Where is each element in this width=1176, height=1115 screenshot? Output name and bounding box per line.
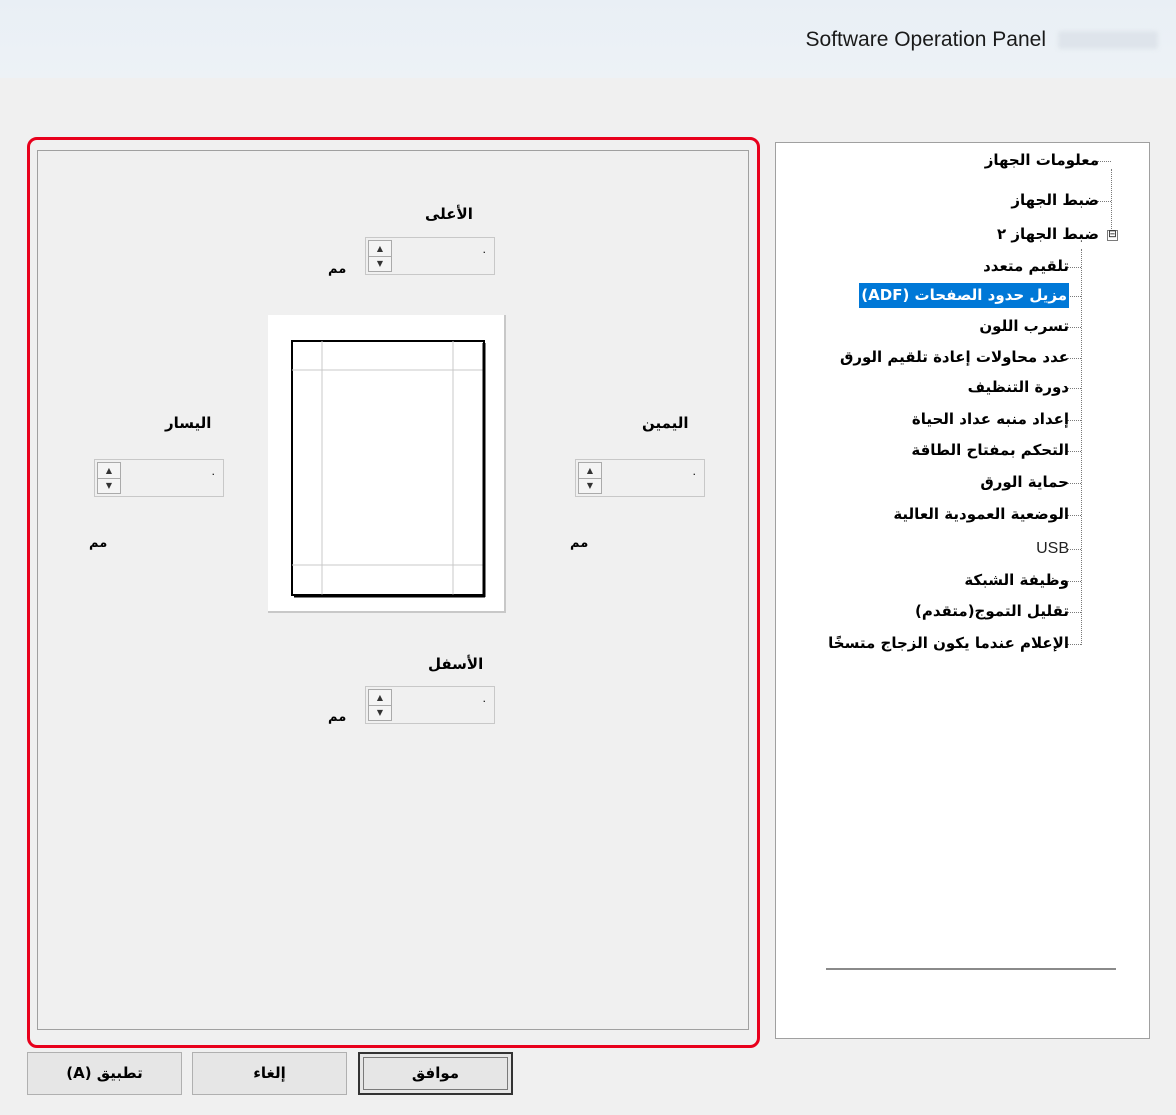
ok-button[interactable]: موافق bbox=[358, 1052, 513, 1095]
tree-connector bbox=[1067, 358, 1081, 359]
tree-connector bbox=[1067, 451, 1081, 452]
tree-item-feed-retry[interactable]: عدد محاولات إعادة تلقيم الورق bbox=[840, 345, 1069, 370]
tree-connector bbox=[1067, 483, 1081, 484]
apply-button-label: تطبيق (A) bbox=[66, 1064, 143, 1082]
tree-item-power-switch[interactable]: التحكم بمفتاح الطاقة bbox=[911, 438, 1069, 463]
device-model-redacted bbox=[1058, 31, 1158, 49]
tree-connector bbox=[1067, 267, 1081, 268]
apply-button[interactable]: تطبيق (A) bbox=[27, 1052, 182, 1095]
highlight-frame bbox=[27, 137, 760, 1048]
tree-item-device-info[interactable]: معلومات الجهاز bbox=[985, 148, 1099, 173]
tree-item-dirty-glass-notify[interactable]: الإعلام عندما يكون الزجاج متسخًا bbox=[828, 631, 1069, 656]
tree-item-moire-reduction[interactable]: تقليل التموج(متقدم) bbox=[915, 599, 1069, 624]
tree-item-life-counter-alarm[interactable]: إعداد منبه عداد الحياة bbox=[912, 407, 1069, 432]
tree-item-device-setting[interactable]: ضبط الجهاز bbox=[1011, 188, 1099, 213]
tree-item-paper-protection[interactable]: حماية الورق bbox=[980, 470, 1069, 495]
tree-connector bbox=[1067, 581, 1081, 582]
tree-item-network[interactable]: وظيفة الشبكة bbox=[964, 568, 1069, 593]
settings-tree[interactable]: معلومات الجهاز ضبط الجهاز ⊟ ضبط الجهاز ٢… bbox=[775, 142, 1150, 1039]
tree-connector bbox=[1067, 644, 1081, 645]
tree-connector bbox=[1067, 515, 1081, 516]
tree-connector bbox=[1067, 420, 1081, 421]
tree-guide-line bbox=[1111, 169, 1112, 237]
tree-item-high-altitude[interactable]: الوضعية العمودية العالية bbox=[893, 502, 1069, 527]
tree-connector bbox=[1067, 296, 1081, 297]
title-bar: Software Operation Panel bbox=[0, 0, 1176, 78]
tree-connector bbox=[1067, 549, 1081, 550]
cancel-button[interactable]: إلغاء bbox=[192, 1052, 347, 1095]
tree-connector bbox=[1067, 612, 1081, 613]
tree-guide-line bbox=[1081, 249, 1082, 645]
tree-connector bbox=[1097, 201, 1111, 202]
tree-item-usb[interactable]: USB bbox=[1036, 536, 1069, 561]
tree-item-cleaning-cycle[interactable]: دورة التنظيف bbox=[968, 375, 1069, 400]
window-title: Software Operation Panel bbox=[805, 28, 1046, 51]
horizontal-scrollbar[interactable] bbox=[826, 968, 1116, 970]
minus-box-icon[interactable]: ⊟ bbox=[1107, 230, 1118, 241]
tree-item-multifeed[interactable]: تلقيم متعدد bbox=[983, 254, 1069, 279]
tree-item-device-setting-2[interactable]: ضبط الجهاز ٢ bbox=[997, 222, 1099, 247]
tree-connector bbox=[1067, 388, 1081, 389]
tree-connector bbox=[1097, 161, 1111, 162]
tree-item-page-edge-filler[interactable]: مزيل حدود الصفحات (ADF) bbox=[859, 283, 1069, 308]
tree-connector bbox=[1067, 327, 1081, 328]
tree-item-color-dropout[interactable]: تسرب اللون bbox=[979, 314, 1069, 339]
